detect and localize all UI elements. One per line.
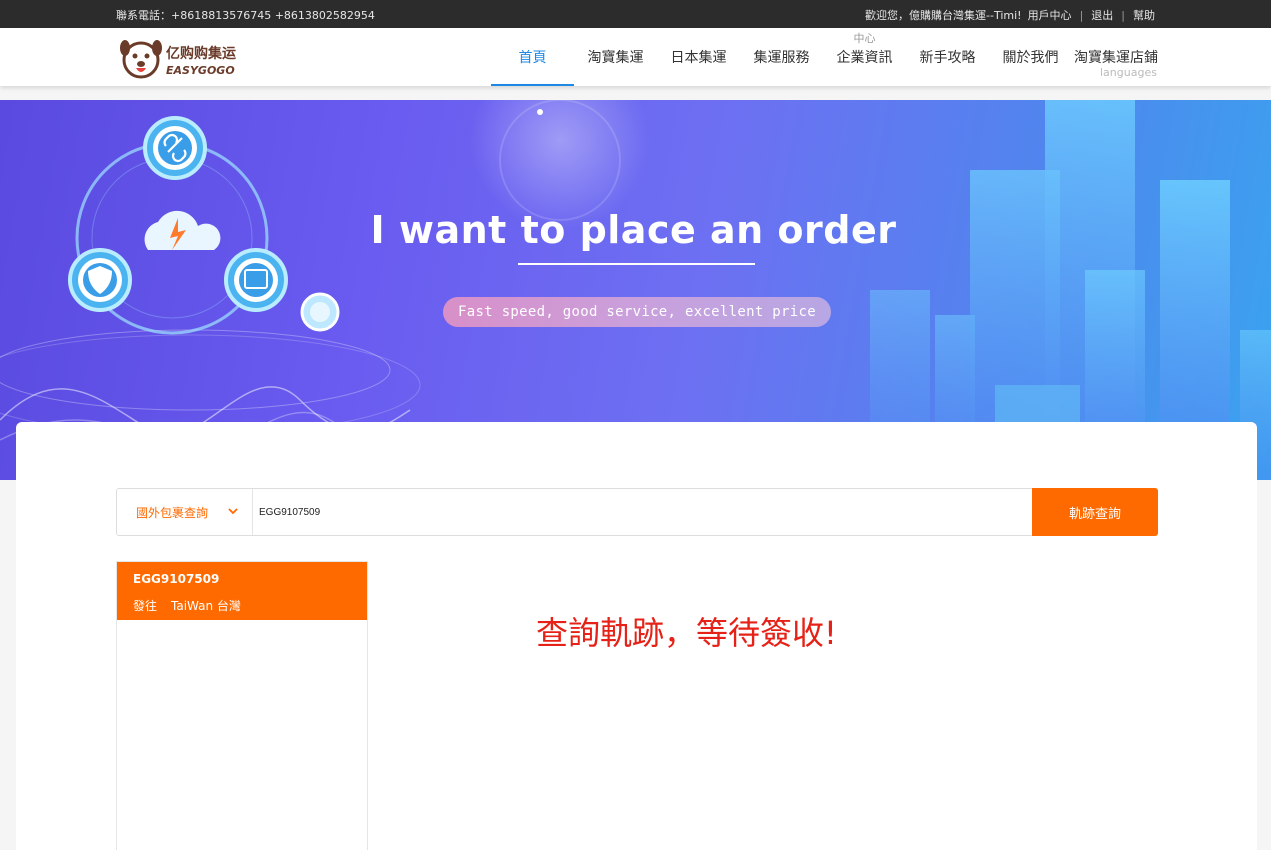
languages-link[interactable]: languages bbox=[1100, 66, 1157, 79]
banner-subtitle: Fast speed, good service, excellent pric… bbox=[443, 297, 831, 327]
tracking-number-input[interactable] bbox=[259, 497, 1019, 527]
banner-underline bbox=[518, 263, 755, 265]
help-link[interactable]: 幫助 bbox=[1133, 7, 1155, 23]
tracking-card: 國外包裹查詢 軌跡查詢 EGG9107509 發往TaiWan 台灣 查詢軌跡，… bbox=[16, 422, 1257, 850]
contact-phone: 聯系電話：+8618813576745 +8613802582954 bbox=[116, 9, 375, 22]
separator: | bbox=[1121, 8, 1125, 22]
nav-home[interactable]: 首頁 bbox=[491, 28, 574, 86]
result-list-item[interactable]: EGG9107509 發往 TaiWan 台灣 bbox=[117, 562, 367, 620]
top-bar-links: 歡迎您，億購購台灣集運--Timi! 用戶中心 | 退出 | 幫助 bbox=[865, 7, 1155, 23]
result-destination: 發往 TaiWan 台灣 bbox=[133, 599, 241, 613]
result-list-panel: EGG9107509 發往 TaiWan 台灣 bbox=[116, 561, 368, 850]
site-logo[interactable]: 亿购购集运 EASYGOGO bbox=[118, 34, 263, 80]
track-query-button[interactable]: 軌跡查詢 bbox=[1032, 488, 1158, 536]
svg-text:EASYGOGO: EASYGOGO bbox=[166, 64, 235, 77]
user-center-link[interactable]: 用戶中心 bbox=[1028, 7, 1072, 23]
logout-link[interactable]: 退出 bbox=[1091, 7, 1113, 23]
query-type-label: 國外包裹查詢 bbox=[136, 505, 209, 520]
chevron-down-icon bbox=[228, 508, 238, 515]
banner-title: I want to place an order bbox=[370, 208, 897, 252]
site-header: 亿购购集运 EASYGOGO 首頁 淘寶集運 日本集運 集運服務 中心 企業資訊… bbox=[0, 28, 1271, 86]
nav-company-info[interactable]: 中心 企業資訊 bbox=[823, 28, 906, 86]
result-tracking-code: EGG9107509 bbox=[133, 572, 220, 586]
nav-shipping-service[interactable]: 集運服務 bbox=[740, 28, 823, 86]
separator: | bbox=[1079, 8, 1084, 22]
main-nav: 首頁 淘寶集運 日本集運 集運服務 中心 企業資訊 新手攻略 關於我們 淘寶集運… bbox=[491, 28, 1160, 86]
nav-about-us[interactable]: 關於我們 bbox=[989, 28, 1072, 86]
tracking-search-bar: 國外包裹查詢 軌跡查詢 bbox=[116, 488, 1158, 536]
nav-japan-shipping[interactable]: 日本集運 bbox=[657, 28, 740, 86]
nav-overlay-text: 中心 bbox=[853, 32, 876, 45]
query-type-select[interactable]: 國外包裹查詢 bbox=[117, 489, 253, 535]
nav-beginner-guide[interactable]: 新手攻略 bbox=[906, 28, 989, 86]
top-bar: 聯系電話：+8618813576745 +8613802582954 歡迎您，億… bbox=[0, 0, 1271, 28]
tracking-status-message: 查詢軌跡，等待簽收! bbox=[536, 614, 837, 652]
nav-taobao-shipping[interactable]: 淘寶集運 bbox=[574, 28, 657, 86]
svg-text:亿购购集运: 亿购购集运 bbox=[166, 45, 236, 62]
welcome-text: 歡迎您，億購購台灣集運--Timi! bbox=[865, 9, 1022, 22]
